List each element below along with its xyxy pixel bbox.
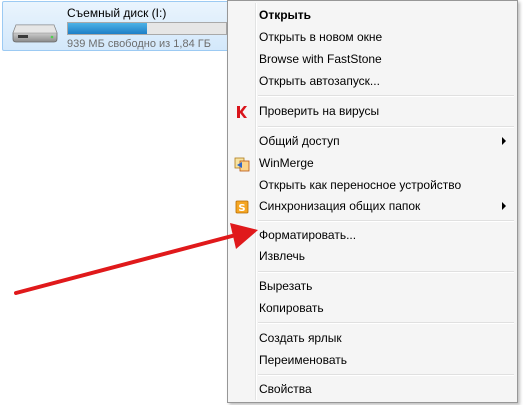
menu-item-label: Свойства (259, 382, 312, 396)
menu-item-open-autoplay[interactable]: Открыть автозапуск... (230, 71, 515, 92)
menu-item-label: Открыть автозапуск... (259, 74, 380, 88)
menu-item-label: Browse with FastStone (259, 52, 382, 66)
menu-item-label: Синхронизация общих папок (259, 199, 421, 213)
menu-item-rename[interactable]: Переименовать (230, 350, 515, 371)
menu-item-create-shortcut[interactable]: Создать ярлык (230, 328, 515, 349)
winmerge-icon (234, 157, 250, 172)
svg-text:S: S (238, 203, 245, 214)
menu-separator (258, 271, 514, 273)
drive-name: Съемный диск (I:) (67, 6, 167, 20)
drive-free-space: 939 МБ свободно из 1,84 ГБ (67, 38, 211, 50)
sharepoint-sync-icon: S (235, 200, 249, 214)
drive-usage-fill (68, 23, 147, 34)
menu-separator (258, 95, 514, 97)
menu-item-sync-shared-folders[interactable]: S Синхронизация общих папок (230, 196, 515, 217)
removable-drive-tile[interactable]: Съемный диск (I:) 939 МБ свободно из 1,8… (2, 1, 234, 51)
menu-separator (258, 220, 514, 222)
menu-item-label: WinMerge (259, 156, 314, 170)
menu-item-label: Переименовать (259, 353, 347, 367)
context-menu: Открыть Открыть в новом окне Browse with… (227, 0, 518, 403)
menu-item-format[interactable]: Форматировать... (230, 225, 515, 246)
menu-item-copy[interactable]: Копировать (230, 298, 515, 319)
submenu-arrow-icon (502, 137, 506, 145)
menu-item-label: Форматировать... (259, 228, 357, 242)
menu-item-label: Копировать (259, 301, 324, 315)
menu-item-label: Извлечь (259, 249, 306, 263)
menu-item-label: Открыть как переносное устройство (259, 178, 462, 192)
menu-item-label: Создать ярлык (259, 331, 342, 345)
removable-drive-icon (12, 24, 58, 43)
menu-item-label: Вырезать (259, 279, 313, 293)
menu-item-sharing[interactable]: Общий доступ (230, 131, 515, 152)
menu-item-properties[interactable]: Свойства (230, 379, 515, 400)
drive-usage-bar (67, 22, 227, 35)
menu-item-open-new-window[interactable]: Открыть в новом окне (230, 27, 515, 48)
menu-separator (258, 126, 514, 128)
menu-item-label: Открыть (259, 8, 312, 22)
menu-item-scan-viruses[interactable]: Проверить на вирусы (230, 101, 515, 122)
menu-item-cut[interactable]: Вырезать (230, 276, 515, 297)
menu-item-label: Открыть в новом окне (259, 30, 383, 44)
menu-separator (258, 322, 514, 324)
menu-item-browse-faststone[interactable]: Browse with FastStone (230, 49, 515, 70)
submenu-arrow-icon (502, 202, 506, 210)
menu-item-open[interactable]: Открыть (230, 5, 515, 26)
menu-item-eject[interactable]: Извлечь (230, 246, 515, 267)
menu-item-open-portable-device[interactable]: Открыть как переносное устройство (230, 175, 515, 196)
menu-item-label: Проверить на вирусы (259, 104, 380, 118)
menu-item-label: Общий доступ (259, 134, 340, 148)
menu-item-winmerge[interactable]: WinMerge (230, 153, 515, 174)
menu-separator (258, 374, 514, 376)
kaspersky-icon (237, 106, 247, 118)
